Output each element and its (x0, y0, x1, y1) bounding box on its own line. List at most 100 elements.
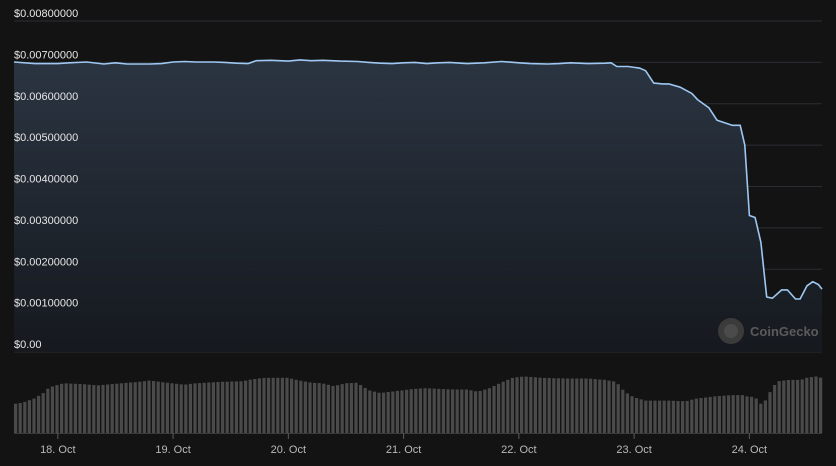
volume-bar (78, 384, 82, 433)
volume-bar (621, 389, 625, 433)
volume-bar (303, 381, 307, 433)
volume-bar (763, 400, 767, 433)
volume-bar (129, 382, 133, 433)
volume-bar (487, 388, 491, 433)
volume-bar (460, 389, 464, 433)
volume-bar (451, 389, 455, 433)
volume-bar (800, 379, 804, 433)
price-chart: $0.00 $0.00100000 $0.00200000 $0.00300000 $0… (0, 0, 836, 466)
y-tick-label: $0.00100000 (14, 298, 78, 310)
volume-bar (648, 400, 652, 433)
volume-bar (602, 379, 606, 433)
volume-bar (271, 377, 275, 433)
volume-bar (244, 380, 248, 433)
volume-bar (41, 393, 45, 433)
volume-bar (133, 382, 137, 433)
volume-bar (336, 385, 340, 433)
watermark-label: CoinGecko (750, 324, 819, 339)
volume-bar (165, 382, 169, 433)
volume-bar (294, 379, 298, 433)
coingecko-logo-inner (724, 324, 738, 338)
volume-bar (501, 381, 505, 433)
x-tick-label: 18. Oct (40, 444, 75, 456)
volume-bar (570, 378, 574, 433)
volume-bar (441, 389, 445, 433)
volume-bar (423, 388, 427, 433)
volume-bar (96, 385, 100, 433)
volume-bar (575, 378, 579, 433)
volume-bar (87, 384, 91, 433)
volume-bar (547, 378, 551, 433)
volume-bars (14, 376, 823, 434)
volume-bar (253, 379, 257, 433)
volume-bar (464, 389, 468, 433)
volume-bar (671, 400, 675, 433)
x-tick-label: 24. Oct (732, 444, 767, 456)
volume-bar (382, 392, 386, 433)
volume-bar (175, 383, 179, 433)
volume-bar (432, 388, 436, 433)
y-tick-label: $0.00800000 (14, 8, 78, 20)
volume-bar (731, 395, 735, 434)
y-tick-label: $0.00 (14, 339, 42, 351)
volume-bar (46, 388, 50, 433)
volume-bar (73, 383, 77, 433)
volume-bar (736, 395, 740, 434)
volume-bar (313, 382, 317, 433)
volume-bar (589, 378, 593, 433)
volume-bar (515, 377, 519, 433)
volume-bar (193, 383, 197, 433)
volume-bar (446, 389, 450, 433)
volume-bar (529, 377, 533, 433)
y-tick-label: $0.00400000 (14, 174, 78, 186)
volume-bar (198, 383, 202, 433)
y-tick-label: $0.00300000 (14, 215, 78, 227)
volume-bar (106, 384, 110, 433)
volume-bar (161, 382, 165, 433)
volume-bar (124, 382, 128, 433)
volume-bar (267, 377, 271, 433)
volume-bar (349, 383, 353, 433)
x-tick-label: 21. Oct (386, 444, 421, 456)
volume-bar (819, 377, 823, 433)
volume-bar (188, 383, 192, 433)
volume-bar (681, 401, 685, 433)
volume-bar (667, 400, 671, 433)
volume-bar (257, 378, 261, 433)
volume-bar (138, 381, 142, 433)
volume-bar (225, 381, 229, 433)
volume-bar (179, 384, 183, 433)
volume-bar (630, 396, 634, 433)
volume-bar (147, 380, 151, 433)
volume-bar (492, 386, 496, 433)
volume-bar (759, 403, 763, 433)
volume-bar (280, 377, 284, 433)
volume-bar (285, 377, 289, 433)
volume-bar (377, 392, 381, 433)
volume-bar (262, 377, 266, 433)
volume-bar (805, 377, 809, 433)
volume-bar (685, 400, 689, 433)
x-tick-label: 23. Oct (616, 444, 651, 456)
volume-bar (694, 398, 698, 433)
y-tick-label: $0.00200000 (14, 256, 78, 268)
volume-bar (616, 384, 620, 433)
volume-bar (110, 384, 114, 433)
volume-bar (428, 388, 432, 433)
volume-bar (391, 391, 395, 433)
volume-bar (538, 377, 542, 433)
volume-bar (405, 389, 409, 433)
volume-bar (18, 403, 22, 433)
volume-bar (64, 383, 68, 433)
volume-bar (561, 378, 565, 433)
volume-bar (142, 381, 146, 433)
volume-bar (299, 380, 303, 433)
volume-bar (207, 382, 211, 433)
x-axis-labels: 18. Oct 19. Oct 20. Oct 21. Oct 22. Oct 23. O… (40, 433, 767, 456)
volume-bar (23, 401, 27, 433)
volume-bar (708, 396, 712, 433)
volume-bar (543, 377, 547, 433)
volume-bar (791, 379, 795, 433)
volume-bar (50, 386, 54, 433)
volume-bar (101, 384, 105, 433)
